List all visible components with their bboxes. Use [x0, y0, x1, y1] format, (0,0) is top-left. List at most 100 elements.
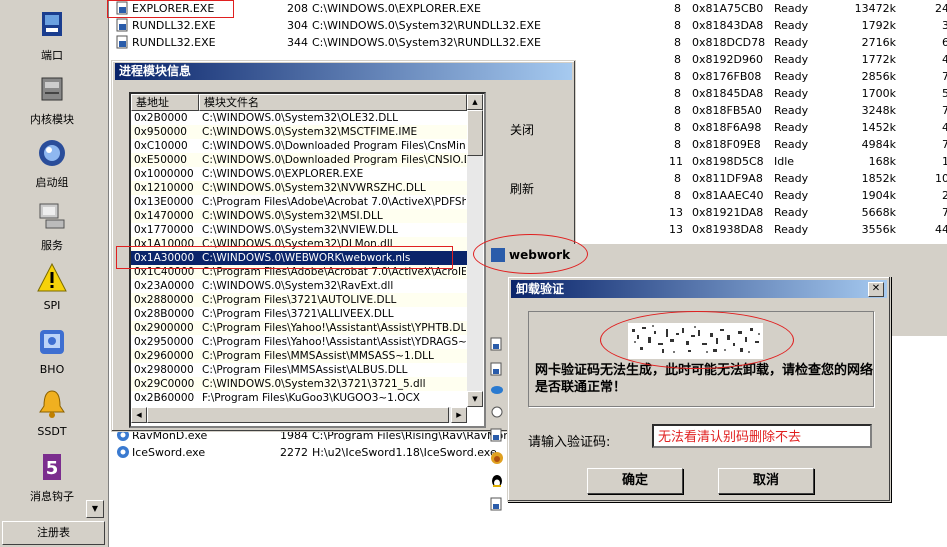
process-state: Ready	[774, 53, 809, 66]
module-row[interactable]: 0x1470000 C:\WINDOWS.0\System32\MSI.DLL	[131, 209, 467, 223]
process-addr: 0x8192D960	[692, 53, 763, 66]
process-mem: 1452k	[861, 121, 896, 134]
sidebar-item-bho[interactable]: BHO	[0, 326, 104, 376]
module-file-name: C:\WINDOWS.0\System32\MSI.DLL	[202, 210, 383, 222]
module-file-name: C:\Program Files\3721\ALLIVEEX.DLL	[202, 308, 394, 320]
process-row[interactable]: RUNDLL32.EXE 304 C:\WINDOWS.0\System32\RUN…	[114, 17, 947, 34]
captcha-prompt: 请输入验证码:	[528, 435, 611, 450]
module-row[interactable]: 0x2950000 C:\Program Files\Yahoo!\Assista…	[131, 335, 467, 349]
module-file-name: C:\WINDOWS.0\System32\RavExt.dll	[202, 280, 394, 292]
close-icon[interactable]: ✕	[868, 282, 884, 297]
ok-button[interactable]: 确定	[587, 468, 683, 494]
close-module-window-button[interactable]: 关闭	[510, 121, 536, 138]
process-addr: 0x81845DA8	[692, 87, 764, 100]
refresh-button[interactable]: 刷新	[510, 180, 536, 197]
module-row[interactable]: 0x2B0000 C:\WINDOWS.0\System32\OLE32.DLL	[131, 111, 467, 125]
module-list-horizontal-scrollbar[interactable]: ◀ ▶	[131, 407, 467, 423]
module-base-address: 0x2B0000	[134, 112, 188, 124]
process-mem: 13472k	[854, 2, 896, 15]
module-row[interactable]: 0x1770000 C:\WINDOWS.0\System32\NVIEW.DLL	[131, 223, 467, 237]
column-header-file[interactable]: 模块文件名	[199, 94, 467, 111]
process-pid: 344	[287, 36, 308, 49]
process-addr: 0x8198D5C8	[692, 155, 764, 168]
sidebar-item-label: SPI	[43, 299, 61, 312]
sidebar-item-registry[interactable]: 注册表	[2, 521, 105, 545]
scroll-thumb[interactable]	[147, 407, 449, 423]
module-base-address: 0x28B0000	[134, 308, 195, 320]
process-row[interactable]: EXPLORER.EXE 208 C:\WINDOWS.0\EXPLORER.EXE…	[114, 0, 947, 17]
scroll-up-button[interactable]: ▲	[467, 94, 483, 110]
uninstall-verify-dialog: 卸载验证 ✕ 网卡验证码无法生成，此时可能无法卸载，请检查您的网络是否联通正常！…	[507, 276, 891, 502]
module-base-address: 0x2880000	[134, 294, 194, 306]
process-state: Ready	[774, 172, 809, 185]
process-pid: 304	[287, 19, 308, 32]
sidebar-item-message-hook[interactable]: 5 消息钩子	[0, 451, 104, 504]
process-addr: 0x81A75CB0	[692, 2, 764, 15]
module-base-address: 0x1470000	[134, 210, 194, 222]
process-row[interactable]: IceSword.exe 2272 H:\u2\IceSword1.18\IceSw…	[114, 444, 497, 461]
sidebar-item-label: 服务	[41, 239, 63, 252]
cancel-button[interactable]: 取消	[718, 468, 814, 494]
module-base-address: 0x1770000	[134, 224, 194, 236]
sidebar-item-spi[interactable]: SPI	[0, 262, 104, 312]
module-row[interactable]: 0x23A0000 C:\WINDOWS.0\System32\RavExt.dl…	[131, 279, 467, 293]
process-addr: 0x818DCD78	[692, 36, 766, 49]
process-extra: 5	[942, 87, 947, 100]
module-file-name: C:\WINDOWS.0\System32\OLE32.DLL	[202, 112, 398, 124]
service-icon	[39, 203, 65, 229]
sidebar-item-kernel-module[interactable]: 内核模块	[0, 74, 104, 127]
process-state: Ready	[774, 104, 809, 117]
module-base-address: 0x2B60000	[134, 392, 195, 404]
scroll-thumb[interactable]	[467, 110, 483, 156]
process-prio: 11	[669, 155, 683, 168]
module-file-name: C:\Program Files\Yahoo!\Assistant\Assist…	[202, 322, 466, 334]
app-icon	[116, 35, 130, 49]
annotation-ellipse-captcha	[600, 311, 794, 369]
process-extra: 24	[935, 2, 947, 15]
sidebar-item-port[interactable]: 端口	[0, 10, 104, 63]
module-row[interactable]: 0x2960000 C:\Program Files\MMSAssist\MMSA…	[131, 349, 467, 363]
process-mem: 1852k	[861, 172, 896, 185]
module-row[interactable]: 0x1000000 C:\WINDOWS.0\EXPLORER.EXE	[131, 167, 467, 181]
process-mem: 2856k	[861, 70, 896, 83]
scroll-right-button[interactable]: ▶	[451, 407, 467, 423]
annotation-box-webwork-module	[116, 246, 453, 269]
process-extra: 4	[942, 121, 947, 134]
process-mem: 168k	[868, 155, 896, 168]
process-row[interactable]: RUNDLL32.EXE 344 C:\WINDOWS.0\System32\RUN…	[114, 34, 947, 51]
module-row[interactable]: 0x950000 C:\WINDOWS.0\System32\MSCTFIME.I…	[131, 125, 467, 139]
process-addr: 0x818F6A98	[692, 121, 762, 134]
module-row[interactable]: 0xC10000 C:\WINDOWS.0\Downloaded Program …	[131, 139, 467, 153]
lion-icon	[491, 452, 503, 464]
process-mem: 5668k	[861, 206, 896, 219]
module-row[interactable]: 0x2880000 C:\Program Files\3721\AUTOLIVE.…	[131, 293, 467, 307]
captcha-input[interactable]: 无法看清认别码删除不去	[652, 424, 872, 448]
scroll-left-button[interactable]: ◀	[131, 407, 147, 423]
process-prio: 13	[669, 206, 683, 219]
app-icon	[116, 18, 130, 32]
process-mem: 2716k	[861, 36, 896, 49]
module-row[interactable]: 0x28B0000 C:\Program Files\3721\ALLIVEEX.…	[131, 307, 467, 321]
module-row[interactable]: 0x2B60000 F:\Program Files\KuGoo3\KUGOO3~…	[131, 391, 467, 405]
module-row[interactable]: 0x1210000 C:\WINDOWS.0\System32\NVWRSZHC.…	[131, 181, 467, 195]
column-header-base[interactable]: 基地址	[131, 94, 199, 111]
module-file-name: C:\WINDOWS.0\System32\NVWRSZHC.DLL	[202, 182, 426, 194]
module-row[interactable]: 0x29C0000 C:\WINDOWS.0\System32\3721\3721…	[131, 377, 467, 391]
module-row[interactable]: 0x2980000 C:\Program Files\MMSAssist\ALBU…	[131, 363, 467, 377]
process-prio: 8	[674, 53, 681, 66]
module-file-name: C:\WINDOWS.0\System32\3721\3721_5.dll	[202, 378, 426, 390]
sidebar-item-startup-group[interactable]: 启动组	[0, 137, 104, 190]
process-extra: 7	[942, 104, 947, 117]
module-base-address: 0x23A0000	[134, 280, 195, 292]
process-prio: 8	[674, 189, 681, 202]
sidebar-scroll-down-button[interactable]: ▼	[86, 500, 104, 518]
sidebar-item-service[interactable]: 服务	[0, 200, 104, 253]
scroll-down-button[interactable]: ▼	[467, 391, 483, 407]
process-mem: 1792k	[861, 19, 896, 32]
process-state: Ready	[774, 70, 809, 83]
module-row[interactable]: 0xE50000 C:\WINDOWS.0\Downloaded Program …	[131, 153, 467, 167]
sidebar-item-ssdt[interactable]: SSDT	[0, 388, 104, 438]
module-row[interactable]: 0x2900000 C:\Program Files\Yahoo!\Assista…	[131, 321, 467, 335]
module-row[interactable]: 0x13E0000 C:\Program Files\Adobe\Acrobat …	[131, 195, 467, 209]
startup-group-icon	[39, 140, 65, 166]
